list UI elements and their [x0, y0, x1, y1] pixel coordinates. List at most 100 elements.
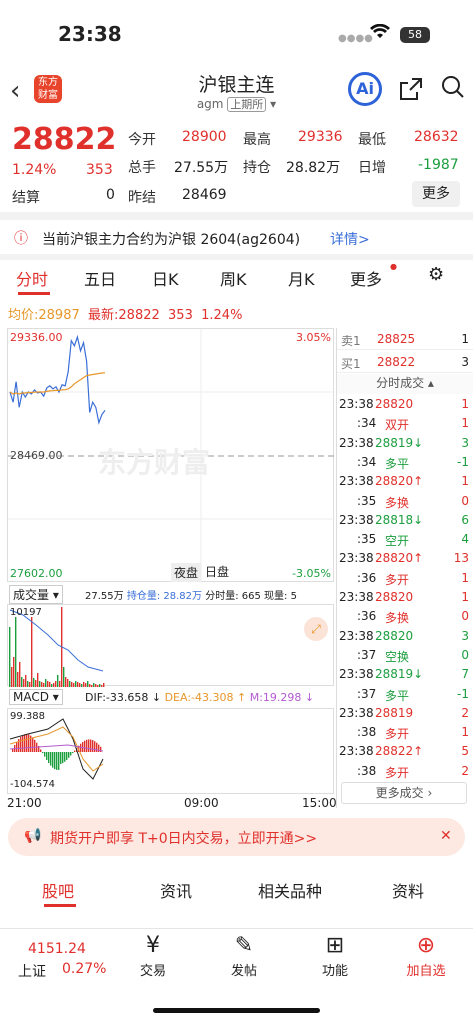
- macd-selector[interactable]: MACD ▾: [9, 689, 63, 705]
- tick-price: 28820↑: [375, 551, 424, 566]
- pct-high-label: 3.05%: [296, 331, 331, 344]
- tick-time: 23:38: [339, 435, 374, 450]
- tab-more[interactable]: 更多: [350, 266, 382, 290]
- volume-selector-label: 成交量: [13, 588, 50, 602]
- macd-bar: [62, 752, 64, 764]
- minute-volume: 分时量: 665: [205, 591, 261, 602]
- volume-bar: [19, 662, 21, 687]
- volume-bar: [59, 681, 61, 687]
- function-button[interactable]: ⊞ 功能: [305, 933, 365, 979]
- tick-qty: 1: [461, 397, 469, 411]
- promo-banner[interactable]: 📢 期货开户即享 T+0日内交易，立即开通>> ✕: [8, 818, 465, 856]
- tick-time: :34: [357, 416, 377, 431]
- tick-qty: 0: [461, 647, 469, 662]
- tick-row: 23:38 28820 1: [337, 395, 473, 414]
- tab-daily[interactable]: 日K: [152, 266, 179, 290]
- price-change: 353: [86, 162, 113, 178]
- tick-qty: 3: [461, 435, 469, 450]
- gear-icon[interactable]: ⚙: [428, 264, 444, 285]
- add-watchlist-button[interactable]: ⊕ 加自选: [396, 933, 456, 979]
- tab-related[interactable]: 相关品种: [258, 878, 322, 902]
- tick-qty: 1: [461, 474, 469, 489]
- volume-bar: [83, 682, 85, 687]
- macd-bar: [56, 752, 58, 770]
- alert-icon: ⓘ: [14, 231, 28, 247]
- exchange-tag: 上期所: [227, 97, 267, 112]
- tick-row: :38 多开 1: [337, 723, 473, 742]
- macd-bar: [80, 743, 82, 752]
- clock: 23:38: [58, 22, 122, 46]
- macd-bar: [42, 752, 44, 754]
- price-chart[interactable]: 东方财富 29336.00 28469.00 27602.00 3.05% -3…: [7, 328, 335, 583]
- tick-time: 23:38: [339, 474, 374, 489]
- tick-row: 23:38 28820 3: [337, 627, 473, 646]
- y-high-label: 29336.00: [10, 331, 63, 344]
- more-trades-button[interactable]: 更多成交 ›: [341, 782, 467, 804]
- volume-chart-svg: [9, 607, 105, 687]
- ticks-header[interactable]: 分时成交 ▴: [337, 374, 473, 394]
- tick-qty: 3: [461, 628, 469, 643]
- volume-bar: [11, 667, 13, 687]
- back-icon[interactable]: ‹: [10, 76, 20, 106]
- last-pct: 1.24%: [201, 308, 243, 323]
- tab-5day[interactable]: 五日: [84, 266, 116, 290]
- night-session-label[interactable]: 夜盘: [171, 563, 202, 582]
- content-tab-indicator: [44, 904, 76, 907]
- index-value[interactable]: 4151.24: [28, 941, 86, 957]
- tick-price: 多开: [385, 727, 410, 742]
- avg-value: 28987: [38, 308, 80, 323]
- trade-button[interactable]: ¥ 交易: [123, 933, 183, 979]
- tick-row: :34 多平 -1: [337, 453, 473, 472]
- low-label: 最低: [358, 132, 386, 148]
- notice-link[interactable]: 详情>: [330, 229, 370, 249]
- x-label-end: 15:00: [302, 796, 337, 810]
- last-change: 353: [168, 308, 193, 323]
- tab-monthly[interactable]: 月K: [288, 266, 315, 290]
- volume-bar: [75, 681, 77, 687]
- tab-forum[interactable]: 股吧: [42, 878, 74, 902]
- macd-chart: 99.388 -104.574: [7, 708, 334, 794]
- last-price: 28822: [12, 122, 117, 157]
- tick-row: :37 多平 -1: [337, 685, 473, 704]
- expand-icon[interactable]: ⤢: [304, 617, 328, 641]
- tick-row: 23:38 28820 1: [337, 588, 473, 607]
- oi-label: 持仓: [243, 160, 271, 176]
- pct-low-label: -3.05%: [292, 567, 331, 580]
- day-session-label[interactable]: 日盘: [205, 563, 229, 580]
- share-icon[interactable]: [398, 76, 424, 108]
- post-button[interactable]: ✎ 发帖: [214, 933, 274, 979]
- tick-time: 23:38: [339, 628, 374, 643]
- oi-change-label: 日增: [358, 160, 386, 176]
- macd-bar: [84, 740, 86, 752]
- volume-bar: [43, 683, 45, 687]
- macd-bar: [54, 752, 56, 770]
- macd-bar: [28, 734, 30, 752]
- megaphone-icon: 📢: [24, 828, 42, 844]
- ai-icon[interactable]: Ai: [348, 72, 382, 106]
- tab-minute[interactable]: 分时: [16, 266, 48, 290]
- app-logo: 东方财富: [34, 75, 62, 103]
- tab-weekly[interactable]: 周K: [220, 266, 247, 290]
- tick-time: 23:38: [339, 667, 374, 682]
- order-book: 卖1 28825 1 买1 28822 3 分时成交 ▴ 23:38 28820 1…: [336, 328, 473, 808]
- close-icon[interactable]: ✕: [440, 828, 452, 844]
- volume-bar: [37, 673, 39, 687]
- series-line-0: [9, 334, 106, 425]
- post-label: 发帖: [230, 964, 257, 979]
- tab-info[interactable]: 资料: [392, 878, 424, 902]
- tab-news[interactable]: 资讯: [160, 878, 192, 902]
- volume-selector[interactable]: 成交量 ▾: [9, 585, 63, 604]
- active-tab-indicator: [18, 292, 50, 295]
- tick-price: 28819: [375, 705, 414, 720]
- edit-icon: ✎: [234, 933, 254, 958]
- notice-bar[interactable]: ⓘ 当前沪银主力合约为沪银 2604(ag2604) 详情>: [0, 222, 473, 254]
- tick-time: :36: [357, 609, 377, 624]
- macd-bar: [44, 752, 46, 757]
- promo-text: 期货开户即享 T+0日内交易，立即开通>>: [50, 831, 318, 847]
- more-button[interactable]: 更多: [412, 181, 460, 207]
- volume-bar: [101, 685, 103, 687]
- tick-price: 双开: [385, 418, 410, 433]
- add-watchlist-label: 加自选: [406, 964, 446, 979]
- volume-label: 总手: [128, 160, 156, 176]
- search-icon[interactable]: [440, 74, 466, 106]
